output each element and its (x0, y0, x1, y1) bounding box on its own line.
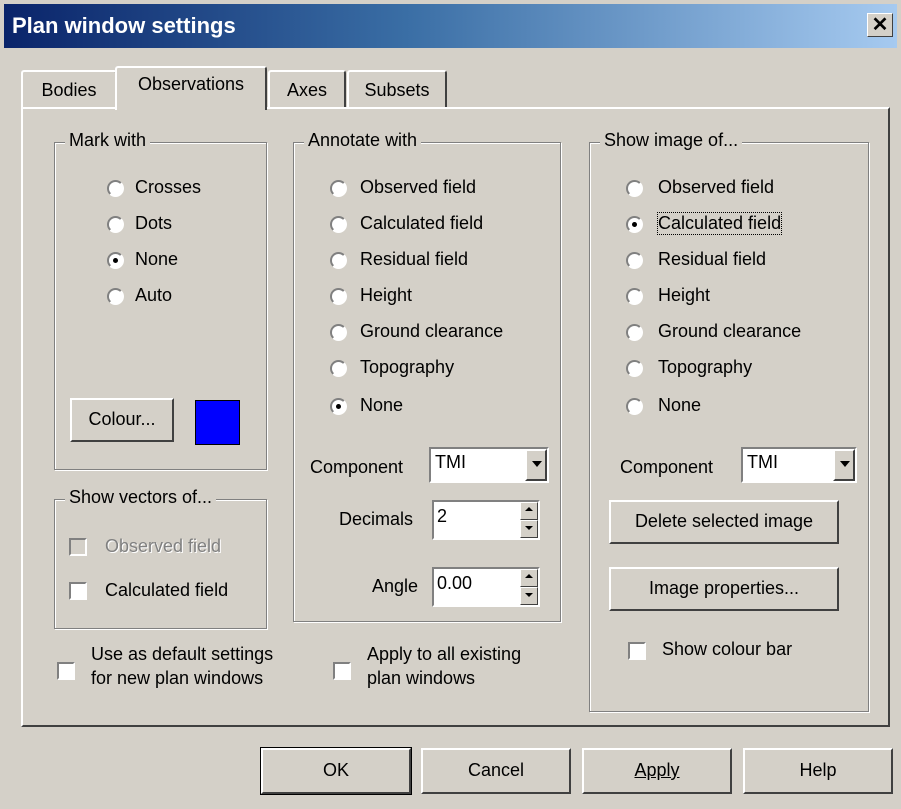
annotate-residual-radio[interactable] (330, 252, 347, 269)
image-observed-label[interactable]: Observed field (658, 177, 774, 198)
annotate-topography-label[interactable]: Topography (360, 357, 454, 378)
delete-selected-image-button[interactable]: Delete selected image (609, 500, 839, 544)
colour-button[interactable]: Colour... (70, 398, 174, 442)
annotate-height-radio[interactable] (330, 288, 347, 305)
annotate-component-value: TMI (435, 452, 466, 472)
tab-bodies[interactable]: Bodies (21, 70, 117, 108)
use-as-default-label-line1[interactable]: Use as default settings (91, 644, 273, 665)
show-vectors-group: Show vectors of... Observed field Calcul… (54, 487, 267, 629)
spin-down-icon[interactable] (520, 520, 538, 538)
title-bar: Plan window settings ✕ (4, 4, 897, 48)
apply-to-all-checkbox[interactable] (333, 662, 351, 680)
image-calculated-label[interactable]: Calculated field (656, 212, 783, 235)
mark-with-legend: Mark with (65, 130, 151, 151)
close-icon: ✕ (871, 14, 889, 36)
annotate-calculated-radio[interactable] (330, 216, 347, 233)
decimals-value: 2 (437, 506, 448, 526)
image-component-select[interactable]: TMI (741, 447, 857, 483)
close-button[interactable]: ✕ (867, 13, 893, 37)
help-button[interactable]: Help (743, 748, 893, 794)
spin-up-icon[interactable] (520, 569, 538, 587)
apply-button[interactable]: Apply (582, 748, 732, 794)
angle-value: 0.00 (437, 573, 473, 593)
mark-dots-label[interactable]: Dots (135, 213, 172, 234)
annotate-observed-label[interactable]: Observed field (360, 177, 476, 198)
tab-subsets[interactable]: Subsets (347, 70, 447, 108)
show-image-group: Show image of... Observed field Calculat… (589, 130, 869, 712)
annotate-ground-clearance-radio[interactable] (330, 324, 347, 341)
chevron-down-icon[interactable] (833, 449, 855, 481)
annotate-topography-radio[interactable] (330, 360, 347, 377)
image-observed-radio[interactable] (626, 180, 643, 197)
apply-to-all-label-line2[interactable]: plan windows (367, 668, 475, 689)
mark-crosses-label[interactable]: Crosses (135, 177, 201, 198)
annotate-calculated-label[interactable]: Calculated field (360, 213, 483, 234)
dialog-title: Plan window settings (12, 13, 236, 38)
image-component-value: TMI (747, 452, 778, 472)
decimals-spinner[interactable]: 2 (432, 500, 540, 540)
ok-button[interactable]: OK (260, 747, 412, 795)
mark-auto-label[interactable]: Auto (135, 285, 172, 306)
mark-crosses-radio[interactable] (107, 180, 124, 197)
annotate-component-label: Component (310, 457, 404, 477)
show-colour-bar-checkbox[interactable] (628, 642, 646, 660)
spin-up-icon[interactable] (520, 502, 538, 520)
observations-tab-panel: Mark with Crosses Dots None Auto Colour.… (21, 107, 890, 727)
mark-none-label[interactable]: None (135, 249, 178, 270)
image-component-label: Component (620, 457, 714, 477)
angle-spinner[interactable]: 0.00 (432, 567, 540, 607)
annotate-height-label[interactable]: Height (360, 285, 412, 306)
mark-auto-radio[interactable] (107, 288, 124, 305)
vectors-observed-checkbox[interactable] (69, 538, 87, 556)
use-as-default-checkbox[interactable] (57, 662, 75, 680)
annotate-none-radio[interactable] (330, 398, 347, 415)
annotate-with-group: Annotate with Observed field Calculated … (293, 130, 561, 622)
image-topography-radio[interactable] (626, 360, 643, 377)
image-ground-clearance-radio[interactable] (626, 324, 643, 341)
plan-window-settings-dialog: Plan window settings ✕ Bodies Observatio… (0, 0, 901, 809)
annotate-ground-clearance-label[interactable]: Ground clearance (360, 321, 503, 342)
image-residual-label[interactable]: Residual field (658, 249, 766, 270)
image-residual-radio[interactable] (626, 252, 643, 269)
colour-swatch[interactable] (195, 400, 240, 445)
annotate-residual-label[interactable]: Residual field (360, 249, 468, 270)
annotate-none-label[interactable]: None (360, 395, 403, 416)
chevron-down-icon[interactable] (525, 449, 547, 481)
image-topography-label[interactable]: Topography (658, 357, 752, 378)
image-ground-clearance-label[interactable]: Ground clearance (658, 321, 801, 342)
show-colour-bar-label[interactable]: Show colour bar (662, 639, 792, 660)
use-as-default-label-line2[interactable]: for new plan windows (91, 668, 263, 689)
tab-axes[interactable]: Axes (268, 70, 346, 108)
image-calculated-radio[interactable] (626, 216, 643, 233)
show-image-legend: Show image of... (600, 130, 743, 151)
show-vectors-legend: Show vectors of... (65, 487, 217, 508)
image-none-radio[interactable] (626, 398, 643, 415)
image-height-label[interactable]: Height (658, 285, 710, 306)
cancel-button[interactable]: Cancel (421, 748, 571, 794)
spin-down-icon[interactable] (520, 587, 538, 605)
mark-dots-radio[interactable] (107, 216, 124, 233)
image-height-radio[interactable] (626, 288, 643, 305)
mark-none-radio[interactable] (107, 252, 124, 269)
decimals-label: Decimals (339, 509, 414, 529)
annotate-with-legend: Annotate with (304, 130, 422, 151)
tab-observations[interactable]: Observations (115, 66, 267, 110)
angle-label: Angle (372, 576, 419, 596)
vectors-calculated-checkbox[interactable] (69, 582, 87, 600)
vectors-observed-label: Observed field (105, 536, 222, 556)
vectors-calculated-label[interactable]: Calculated field (105, 580, 228, 601)
mark-with-group: Mark with Crosses Dots None Auto Colour.… (54, 130, 267, 470)
image-none-label[interactable]: None (658, 395, 701, 416)
annotate-component-select[interactable]: TMI (429, 447, 549, 483)
apply-to-all-label-line1[interactable]: Apply to all existing (367, 644, 521, 665)
image-properties-button[interactable]: Image properties... (609, 567, 839, 611)
annotate-observed-radio[interactable] (330, 180, 347, 197)
